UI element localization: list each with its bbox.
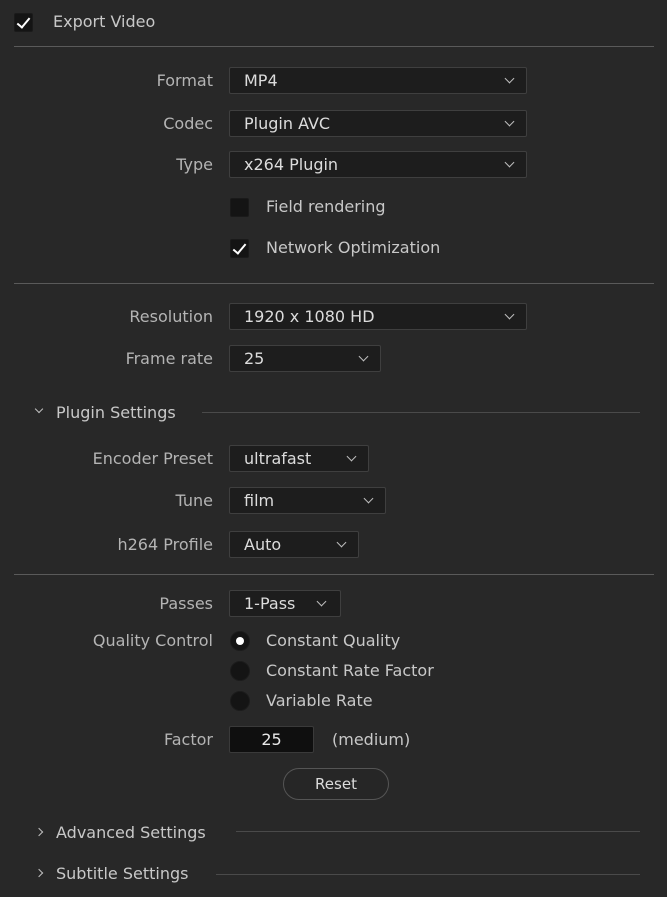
codec-value: Plugin AVC xyxy=(244,114,331,133)
factor-input[interactable]: 25 xyxy=(229,726,314,753)
network-optimization-label: Network Optimization xyxy=(266,238,441,257)
chevron-down-icon xyxy=(504,157,515,168)
chevron-down-icon xyxy=(34,404,44,414)
tune-dropdown[interactable]: film xyxy=(229,487,386,514)
h264-profile-value: Auto xyxy=(244,535,282,554)
quality-control-label: Quality Control xyxy=(92,631,213,650)
codec-dropdown[interactable]: Plugin AVC xyxy=(229,110,527,137)
chevron-down-icon xyxy=(316,596,327,607)
encoder-preset-value: ultrafast xyxy=(244,449,312,468)
radio-constant-rate-factor[interactable] xyxy=(230,661,250,681)
codec-label: Codec xyxy=(163,114,213,133)
tune-label: Tune xyxy=(175,491,213,510)
chevron-down-icon xyxy=(363,493,374,504)
constant-quality-label: Constant Quality xyxy=(266,631,401,650)
format-dropdown[interactable]: MP4 xyxy=(229,67,527,94)
format-label: Format xyxy=(156,71,213,90)
resolution-value: 1920 x 1080 HD xyxy=(244,307,375,326)
encoder-preset-label: Encoder Preset xyxy=(92,449,213,468)
divider-plugin xyxy=(14,574,654,575)
variable-rate-label: Variable Rate xyxy=(266,691,373,710)
tune-value: film xyxy=(244,491,275,510)
subtitle-settings-title: Subtitle Settings xyxy=(56,864,189,883)
field-rendering-checkbox[interactable] xyxy=(230,198,249,217)
h264-profile-label: h264 Profile xyxy=(117,535,213,554)
advanced-settings-toggle[interactable]: Advanced Settings xyxy=(32,821,227,845)
advanced-settings-title: Advanced Settings xyxy=(56,823,206,842)
chevron-down-icon xyxy=(336,537,347,548)
chevron-right-icon xyxy=(34,827,44,837)
type-label: Type xyxy=(176,155,213,174)
divider-video xyxy=(14,283,654,284)
resolution-label: Resolution xyxy=(129,307,213,326)
advanced-settings-rule xyxy=(236,831,640,832)
divider-top xyxy=(14,46,654,47)
network-optimization-checkbox[interactable] xyxy=(230,239,249,258)
factor-label: Factor xyxy=(164,730,213,749)
constant-rate-factor-label: Constant Rate Factor xyxy=(266,661,434,680)
h264-profile-dropdown[interactable]: Auto xyxy=(229,531,359,558)
radio-constant-quality[interactable] xyxy=(230,631,250,651)
plugin-settings-toggle[interactable]: Plugin Settings xyxy=(32,401,197,425)
passes-value: 1-Pass xyxy=(244,594,296,613)
chevron-down-icon xyxy=(504,309,515,320)
passes-label: Passes xyxy=(159,594,213,613)
chevron-down-icon xyxy=(504,73,515,84)
format-value: MP4 xyxy=(244,71,278,90)
frame-rate-label: Frame rate xyxy=(125,349,213,368)
chevron-down-icon xyxy=(504,116,515,127)
plugin-settings-title: Plugin Settings xyxy=(56,403,176,422)
frame-rate-dropdown[interactable]: 25 xyxy=(229,345,381,372)
chevron-down-icon xyxy=(358,351,369,362)
type-dropdown[interactable]: x264 Plugin xyxy=(229,151,527,178)
type-value: x264 Plugin xyxy=(244,155,339,174)
resolution-dropdown[interactable]: 1920 x 1080 HD xyxy=(229,303,527,330)
export-video-label: Export Video xyxy=(53,12,156,31)
passes-dropdown[interactable]: 1-Pass xyxy=(229,590,341,617)
radio-variable-rate[interactable] xyxy=(230,691,250,711)
reset-button[interactable]: Reset xyxy=(283,768,389,800)
plugin-settings-rule xyxy=(202,412,640,413)
frame-rate-value: 25 xyxy=(244,349,265,368)
field-rendering-label: Field rendering xyxy=(266,197,386,216)
chevron-down-icon xyxy=(346,451,357,462)
chevron-right-icon xyxy=(34,868,44,878)
subtitle-settings-toggle[interactable]: Subtitle Settings xyxy=(32,862,212,886)
subtitle-settings-rule xyxy=(216,874,640,875)
export-video-checkbox[interactable] xyxy=(14,13,33,32)
encoder-preset-dropdown[interactable]: ultrafast xyxy=(229,445,369,472)
factor-hint: (medium) xyxy=(332,730,411,749)
